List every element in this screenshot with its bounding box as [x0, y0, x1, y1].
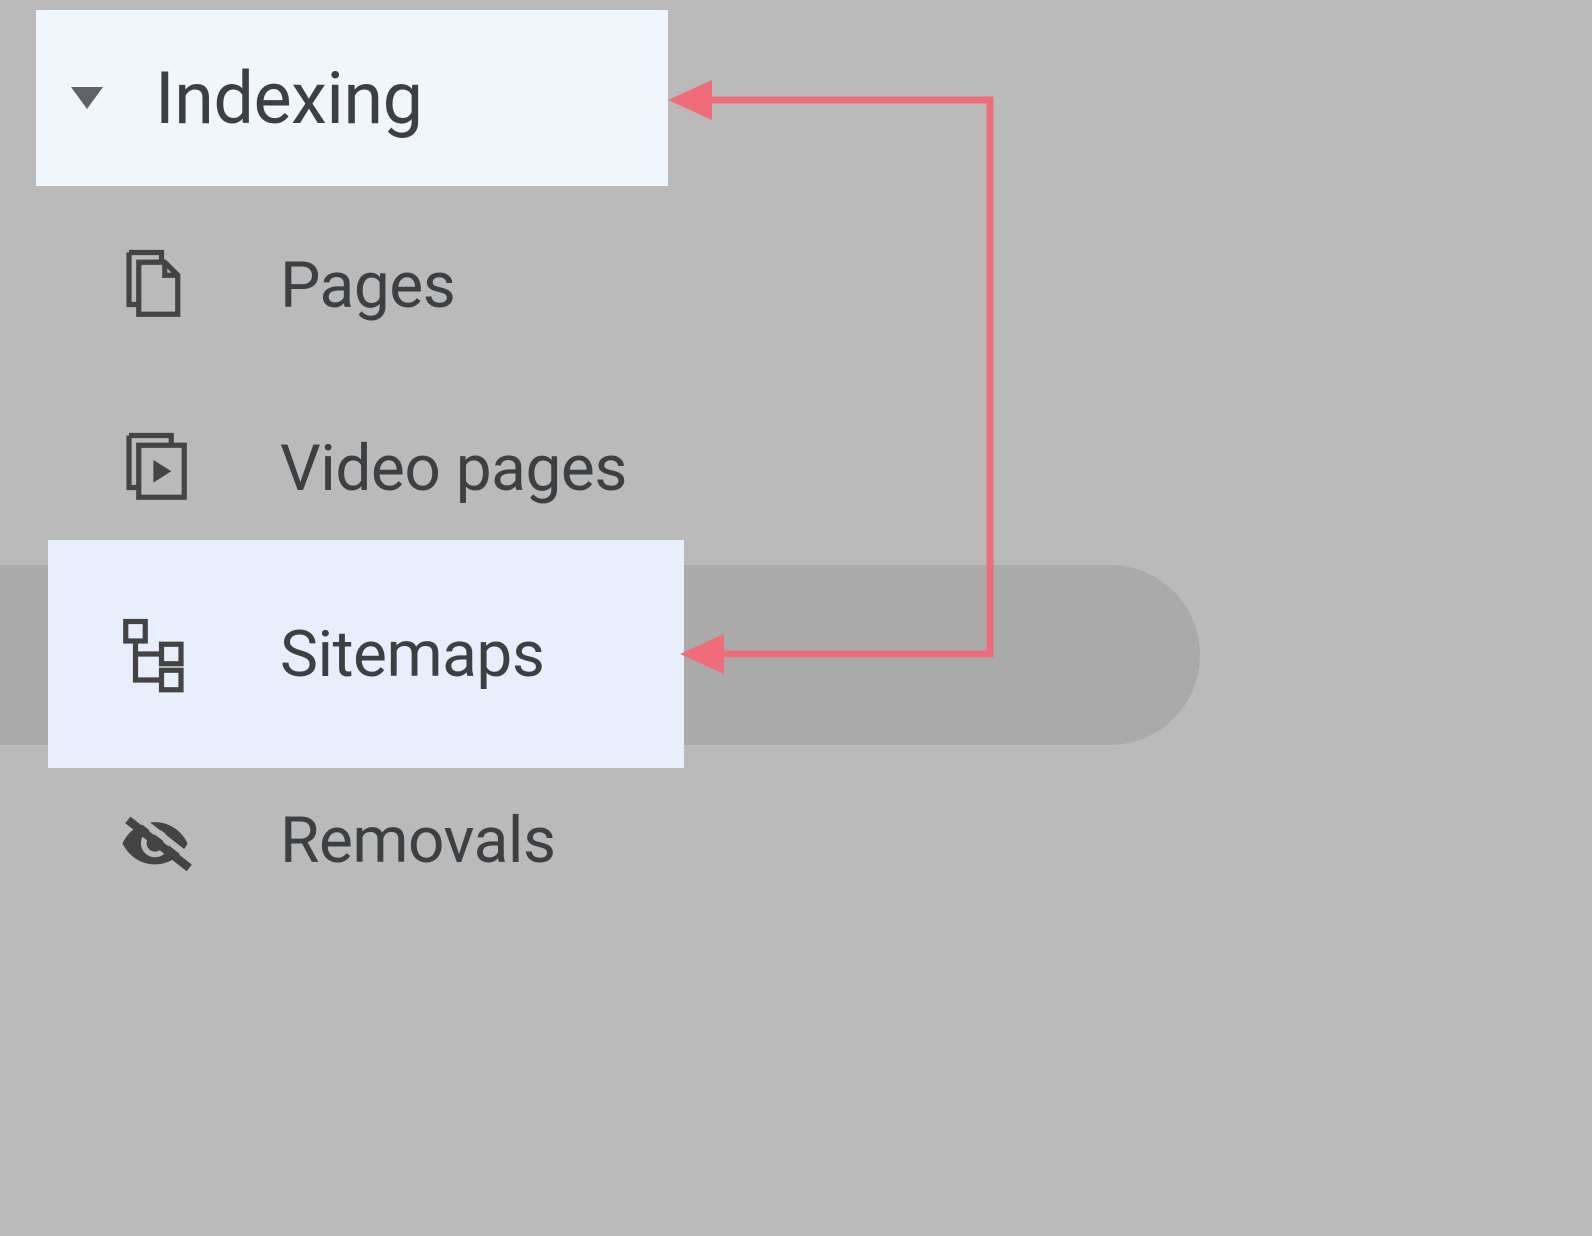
sidebar-item-label: Sitemaps: [280, 617, 544, 692]
sidebar-item-removals[interactable]: Removals: [0, 750, 1592, 930]
removals-icon: [116, 801, 194, 879]
sitemaps-icon: [116, 615, 194, 693]
sidebar-item-label: Pages: [280, 248, 455, 323]
sidebar-item-label: Removals: [280, 803, 555, 878]
sidebar-item-video-pages[interactable]: Video pages: [0, 378, 1592, 558]
sidebar-section-header-indexing[interactable]: Indexing: [36, 10, 668, 186]
chevron-down-icon: [71, 87, 103, 109]
sidebar-item-label: Video pages: [280, 431, 627, 506]
pages-icon: [116, 246, 194, 324]
sidebar-item-pages[interactable]: Pages: [0, 195, 1592, 375]
section-title: Indexing: [155, 56, 423, 141]
video-pages-icon: [116, 429, 194, 507]
sidebar-item-sitemaps[interactable]: Sitemaps: [48, 540, 684, 768]
